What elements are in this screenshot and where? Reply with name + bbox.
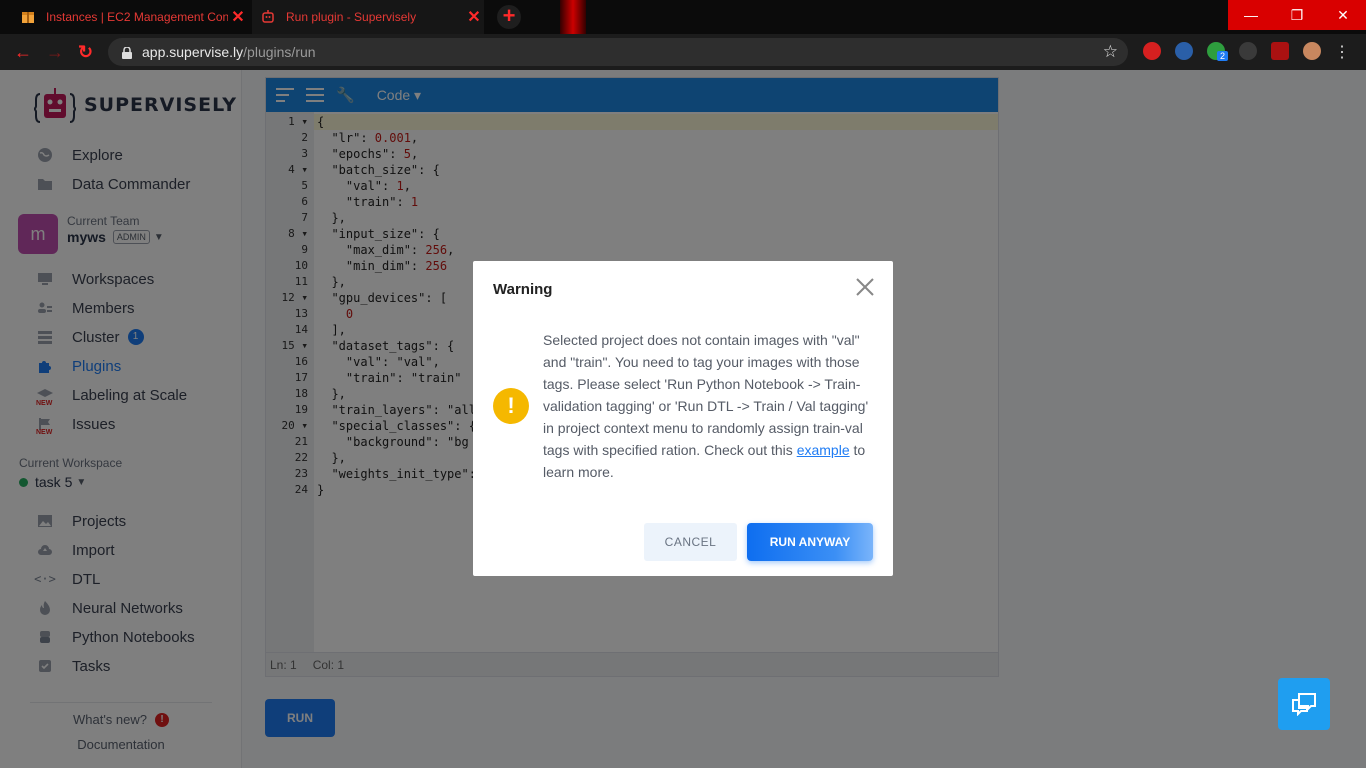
chat-bubbles-icon bbox=[1292, 693, 1316, 716]
lock-icon bbox=[122, 46, 132, 59]
adblock-extension-icon[interactable] bbox=[1143, 42, 1161, 60]
url-text: app.supervise.ly/plugins/run bbox=[142, 44, 316, 60]
ninja-extension-icon[interactable] bbox=[1239, 42, 1257, 60]
extension-badge: 2 bbox=[1217, 51, 1229, 61]
dialog-title: Warning bbox=[493, 281, 553, 298]
supervisely-favicon-icon bbox=[260, 9, 276, 25]
puzzle-extension-icon[interactable] bbox=[1271, 42, 1289, 60]
browser-tab-bar: Instances | EC2 Management Con ✕ Run plu… bbox=[0, 0, 1366, 34]
aws-box-icon bbox=[20, 9, 36, 25]
back-arrow-icon[interactable]: ← bbox=[14, 42, 32, 63]
close-icon[interactable] bbox=[855, 277, 875, 297]
forward-arrow-icon[interactable]: → bbox=[46, 42, 64, 63]
chrome-menu-icon[interactable]: ⋮ bbox=[1334, 42, 1350, 62]
close-tab-icon[interactable]: ✕ bbox=[464, 7, 484, 27]
warning-icon: ! bbox=[493, 388, 529, 424]
tab-run-plugin[interactable]: Run plugin - Supervisely ✕ bbox=[252, 0, 484, 34]
tab-title: Run plugin - Supervisely bbox=[286, 10, 417, 24]
message-text: Selected project does not contain images… bbox=[543, 332, 869, 458]
example-link[interactable]: example bbox=[797, 442, 850, 458]
url-field[interactable]: app.supervise.ly/plugins/run ☆ bbox=[108, 38, 1128, 66]
wallpaper-glow bbox=[560, 0, 586, 34]
download-extension-icon[interactable]: 2 bbox=[1207, 42, 1229, 61]
bookmark-star-icon[interactable]: ☆ bbox=[1103, 42, 1118, 62]
restore-button[interactable]: ❐ bbox=[1274, 0, 1320, 30]
run-anyway-button[interactable]: RUN ANYWAY bbox=[747, 523, 873, 561]
warning-dialog: Warning ! Selected project does not cont… bbox=[473, 261, 893, 576]
profile-avatar[interactable] bbox=[1303, 42, 1321, 60]
dialog-message: Selected project does not contain images… bbox=[543, 329, 873, 483]
vpn-extension-icon[interactable] bbox=[1175, 42, 1193, 60]
tab-ec2-instances[interactable]: Instances | EC2 Management Con ✕ bbox=[12, 0, 248, 34]
reload-icon[interactable]: ↻ bbox=[78, 42, 93, 63]
close-window-button[interactable]: ✕ bbox=[1320, 0, 1366, 30]
minimize-button[interactable]: — bbox=[1228, 0, 1274, 30]
new-tab-button[interactable]: + bbox=[497, 5, 521, 29]
tab-title: Instances | EC2 Management Con bbox=[46, 10, 228, 24]
cancel-button[interactable]: CANCEL bbox=[644, 523, 737, 561]
window-controls: — ❐ ✕ bbox=[1228, 0, 1366, 30]
support-chat-button[interactable] bbox=[1278, 678, 1330, 730]
address-bar: ← → ↻ app.supervise.ly/plugins/run ☆ 2 ⋮ bbox=[0, 34, 1366, 70]
close-tab-icon[interactable]: ✕ bbox=[228, 7, 248, 27]
